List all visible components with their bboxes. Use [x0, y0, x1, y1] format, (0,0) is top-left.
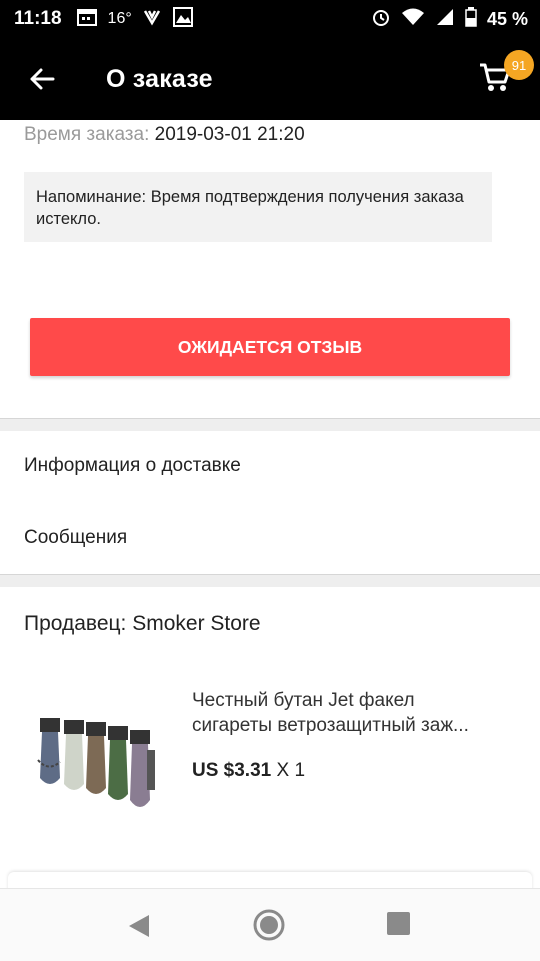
product-price: US $3.31 X 1	[192, 760, 305, 782]
product-image[interactable]	[24, 688, 174, 834]
messages-row[interactable]: Сообщения	[24, 527, 127, 549]
reminder-box: Напоминание: Время подтверждения получен…	[24, 172, 492, 242]
product-title[interactable]: Честный бутан Jet факел сигареты ветроза…	[192, 688, 514, 738]
back-button[interactable]	[22, 59, 62, 99]
section-divider	[0, 418, 540, 431]
status-bar: 11:18 16° 45 %	[0, 0, 540, 38]
signal-icon	[435, 7, 455, 32]
quantity: X 1	[276, 760, 306, 781]
seller-name[interactable]: Продавец: Smoker Store	[24, 612, 261, 636]
cart-badge: 91	[504, 50, 534, 80]
download-icon	[142, 7, 162, 32]
product-title-line2: сигареты ветрозащитный заж...	[192, 715, 469, 736]
wifi-icon	[401, 7, 425, 32]
circle-home-icon	[253, 909, 285, 941]
status-time: 11:18	[14, 8, 62, 29]
nav-home-button[interactable]	[252, 908, 286, 947]
order-time: Время заказа: 2019-03-01 21:20	[24, 124, 305, 146]
temperature: 16°	[107, 10, 132, 27]
triangle-back-icon	[129, 915, 149, 937]
gallery-icon	[172, 6, 194, 33]
order-time-value: 2019-03-01 21:20	[154, 124, 305, 145]
nav-recents-button[interactable]	[387, 912, 410, 935]
system-nav-bar	[0, 888, 540, 961]
app-bar: О заказе 91	[0, 38, 540, 120]
awaiting-review-button[interactable]: ОЖИДАЕТСЯ ОТЗЫВ	[30, 318, 510, 376]
price-value: US $3.31	[192, 760, 272, 781]
arrow-back-icon	[30, 68, 55, 90]
delivery-info-row[interactable]: Информация о доставке	[24, 455, 241, 477]
status-left-icons: 16°	[76, 6, 194, 33]
page-title: О заказе	[106, 64, 213, 93]
product-title-line1: Честный бутан Jet факел	[192, 690, 415, 711]
cart-button[interactable]: 91	[478, 50, 534, 100]
order-time-label: Время заказа:	[24, 124, 150, 145]
status-right-icons: 45 %	[371, 6, 528, 32]
battery-level: 45 %	[486, 8, 528, 29]
alarm-icon	[371, 7, 391, 32]
calendar-icon	[76, 7, 98, 32]
nav-back-button[interactable]	[127, 913, 151, 944]
battery-icon	[465, 6, 477, 32]
section-divider	[0, 574, 540, 587]
